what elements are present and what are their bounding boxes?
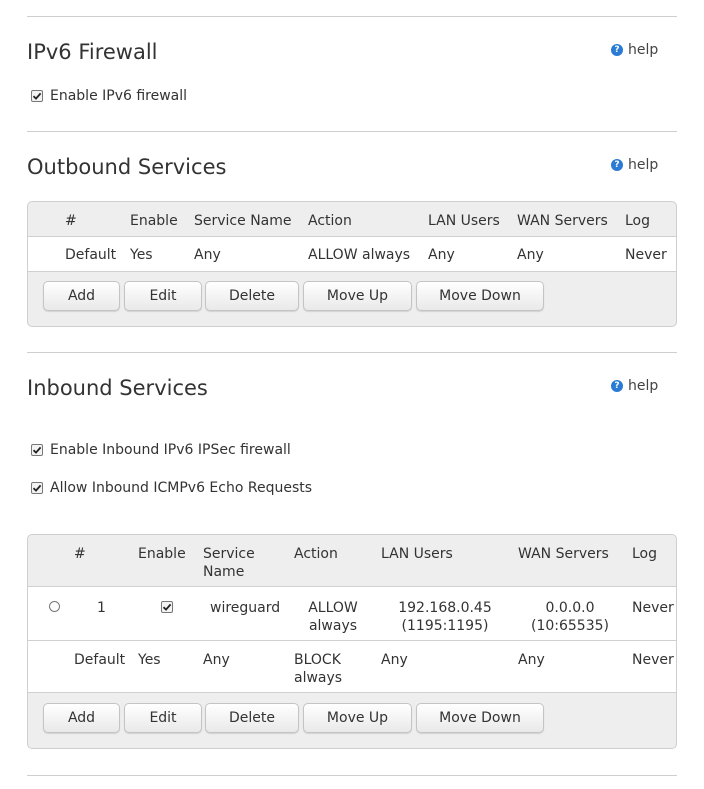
inbound-move-up-button[interactable]: Move Up [303, 703, 412, 733]
inbound-default-action-l2: always [294, 670, 343, 686]
divider-outbound [27, 131, 677, 132]
inbound-icmp-label: Allow Inbound ICMPv6 Echo Requests [50, 480, 313, 496]
inbound-icmp-row: Allow Inbound ICMPv6 Echo Requests [31, 480, 312, 496]
outbound-col-log: Log [625, 213, 651, 229]
enable-ipv6-firewall-label: Enable IPv6 firewall [50, 88, 188, 104]
inbound-default-lan: Any [381, 652, 408, 668]
inbound-move-down-button[interactable]: Move Down [416, 703, 544, 733]
outbound-col-action: Action [308, 213, 352, 229]
inbound-col-log: Log [632, 546, 658, 562]
divider-top [27, 16, 677, 17]
inbound-ipsec-label: Enable Inbound IPv6 IPSec firewall [50, 442, 291, 458]
outbound-add-button[interactable]: Add [43, 281, 120, 311]
inbound-icmp-checkbox[interactable] [31, 482, 43, 494]
checkmark-icon [32, 92, 42, 100]
enable-ipv6-firewall-row: Enable IPv6 firewall [31, 88, 187, 104]
inbound-edit-button[interactable]: Edit [124, 703, 202, 733]
inbound-delete-button[interactable]: Delete [205, 703, 299, 733]
outbound-row-lan: Any [428, 247, 455, 263]
checkmark-icon [32, 484, 42, 492]
inbound-default-service: Any [203, 652, 230, 668]
inbound-col-wan-servers: WAN Servers [518, 546, 609, 562]
inbound-row-wireguard[interactable]: 1 wireguard ALLOW always 192.168.0.45 (1… [28, 587, 676, 641]
inbound-help-link[interactable]: ? help [611, 378, 658, 394]
checkmark-icon [32, 446, 42, 454]
outbound-move-up-button[interactable]: Move Up [303, 281, 412, 311]
inbound-row-enable-checkbox[interactable] [161, 601, 173, 613]
ipv6-firewall-help-link[interactable]: ? help [611, 42, 658, 58]
inbound-row-num: 1 [97, 600, 106, 616]
outbound-col-enable: Enable [130, 213, 178, 229]
outbound-move-down-button[interactable]: Move Down [416, 281, 544, 311]
inbound-default-enable: Yes [138, 652, 161, 668]
inbound-ipsec-row: Enable Inbound IPv6 IPSec firewall [31, 442, 291, 458]
inbound-row-log: Never [632, 600, 674, 616]
inbound-services-table: # Enable Service Name Action LAN Users W… [27, 534, 677, 749]
inbound-col-enable: Enable [138, 546, 186, 562]
outbound-delete-button[interactable]: Delete [205, 281, 299, 311]
outbound-services-table: # Enable Service Name Action LAN Users W… [27, 201, 677, 327]
checkmark-icon [162, 603, 172, 611]
outbound-table-header: # Enable Service Name Action LAN Users W… [28, 202, 676, 237]
outbound-services-title: Outbound Services [27, 155, 227, 179]
outbound-row-default: Default Yes Any ALLOW always Any Any Nev… [28, 237, 676, 272]
inbound-services-title: Inbound Services [27, 376, 208, 400]
outbound-row-log: Never [625, 247, 667, 263]
inbound-col-service-l1: Service [203, 546, 255, 562]
inbound-row-wan-l2: (10:65535) [531, 618, 609, 634]
inbound-row-lan-l2: (1195:1195) [401, 618, 489, 634]
help-icon: ? [611, 380, 623, 392]
inbound-row-default: Default Yes Any BLOCK always Any Any Nev… [28, 641, 676, 693]
outbound-row-action: ALLOW always [308, 247, 411, 263]
inbound-row-action-l2: always [308, 618, 358, 634]
inbound-default-action-l1: BLOCK [294, 652, 341, 668]
outbound-row-wan: Any [517, 247, 544, 263]
inbound-col-service-l2: Name [203, 564, 245, 580]
help-label: help [628, 157, 659, 173]
outbound-col-num: # [65, 213, 77, 229]
outbound-row-service: Any [194, 247, 221, 263]
inbound-col-lan-users: LAN Users [381, 546, 453, 562]
inbound-default-wan: Any [518, 652, 545, 668]
inbound-table-header: # Enable Service Name Action LAN Users W… [28, 535, 676, 587]
outbound-row-enable: Yes [130, 247, 153, 263]
help-icon: ? [611, 44, 623, 56]
inbound-add-button[interactable]: Add [43, 703, 120, 733]
ipv6-firewall-title: IPv6 Firewall [27, 40, 158, 64]
inbound-row-service: wireguard [210, 600, 281, 616]
inbound-row-wan-l1: 0.0.0.0 [545, 600, 595, 616]
enable-ipv6-firewall-checkbox[interactable] [31, 90, 43, 102]
outbound-edit-button[interactable]: Edit [124, 281, 202, 311]
inbound-col-num: # [74, 546, 86, 562]
inbound-row-lan-l1: 192.168.0.45 [398, 600, 492, 616]
help-label: help [628, 42, 659, 58]
outbound-col-wan-servers: WAN Servers [517, 213, 608, 229]
inbound-col-action: Action [294, 546, 338, 562]
inbound-row-action-l1: ALLOW [308, 600, 358, 616]
inbound-default-num: Default [74, 652, 126, 668]
outbound-row-num: Default [65, 247, 117, 263]
outbound-help-link[interactable]: ? help [611, 157, 658, 173]
inbound-row-select-radio[interactable] [49, 601, 60, 612]
help-icon: ? [611, 159, 623, 171]
outbound-col-lan-users: LAN Users [428, 213, 500, 229]
divider-bottom [27, 775, 677, 776]
outbound-col-service-name: Service Name [194, 213, 292, 229]
divider-inbound [27, 352, 677, 353]
help-label: help [628, 378, 659, 394]
inbound-default-log: Never [632, 652, 674, 668]
inbound-ipsec-checkbox[interactable] [31, 444, 43, 456]
